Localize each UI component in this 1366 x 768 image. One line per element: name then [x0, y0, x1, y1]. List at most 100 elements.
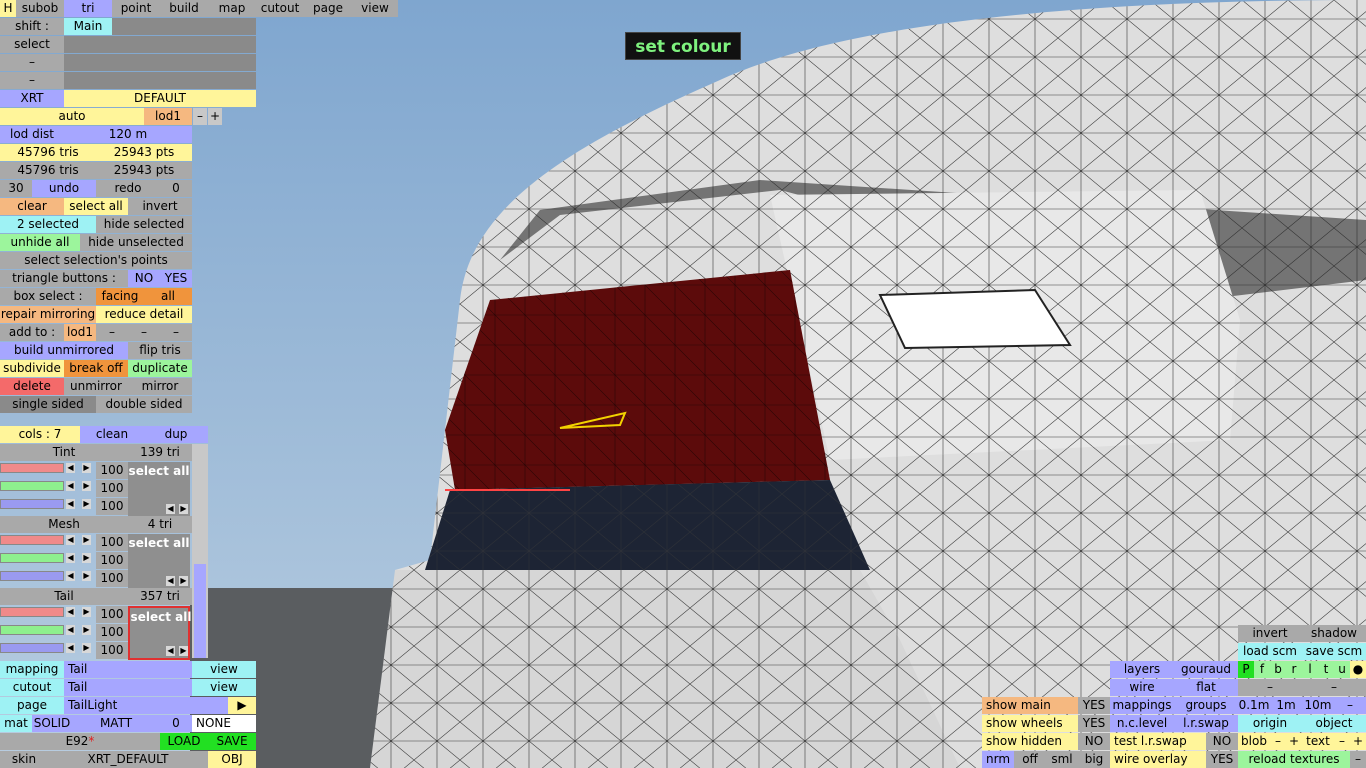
reduce-detail-button[interactable]: reduce detail	[96, 306, 192, 323]
page-value[interactable]: TailLight	[64, 697, 228, 714]
obj-button[interactable]: OBJ	[208, 751, 256, 768]
layer-l[interactable]: l	[1302, 661, 1318, 678]
material-prev-icon[interactable]: ◀	[166, 504, 175, 514]
invert-selection-button[interactable]: invert	[128, 198, 192, 215]
lod-dist-value[interactable]: 120 m	[64, 126, 192, 143]
green-decrease-icon[interactable]: ◀	[66, 553, 75, 563]
test-l-r-swap-toggle[interactable]: NO	[1206, 733, 1238, 750]
show-hidden-toggle[interactable]: NO	[1078, 733, 1110, 750]
tab-tri[interactable]: tri	[64, 0, 112, 17]
save-button[interactable]: SAVE	[208, 733, 256, 750]
dash-row-2-slot-4[interactable]	[208, 72, 256, 89]
grid-0-1m-button[interactable]: 0.1m	[1238, 697, 1270, 714]
groups-button[interactable]: groups	[1174, 697, 1238, 714]
cutout-value[interactable]: Tail	[64, 679, 192, 696]
file-name[interactable]: E92*	[0, 733, 160, 750]
off-button[interactable]: off	[1014, 751, 1046, 768]
mappings-button[interactable]: mappings	[1110, 697, 1174, 714]
sml-button[interactable]: sml	[1046, 751, 1078, 768]
red-increase-icon[interactable]: ▶	[82, 535, 91, 545]
blue-slider[interactable]	[0, 499, 64, 509]
undo-button[interactable]: undo	[32, 180, 96, 197]
red-increase-icon[interactable]: ▶	[82, 463, 91, 473]
page-next-icon[interactable]: ▶	[228, 697, 256, 714]
materials-scrollbar[interactable]	[192, 444, 208, 658]
triangle-buttons-no[interactable]: NO	[128, 270, 160, 287]
help-button[interactable]: H	[0, 0, 16, 17]
select-slot-3[interactable]	[160, 36, 208, 53]
dash-row-2-slot-2[interactable]	[112, 72, 160, 89]
view-dash-1[interactable]: –	[1238, 679, 1302, 696]
box-select-all[interactable]: all	[144, 288, 192, 305]
material-name[interactable]: Tail	[0, 588, 128, 605]
redo-button[interactable]: redo	[96, 180, 160, 197]
material-next-icon[interactable]: ▶	[179, 504, 188, 514]
duplicate-button[interactable]: duplicate	[128, 360, 192, 377]
l-r-swap-button[interactable]: l.r.swap	[1174, 715, 1238, 732]
shift-slot-4[interactable]	[208, 18, 256, 35]
green-decrease-icon[interactable]: ◀	[66, 625, 75, 635]
dash-row-1-slot-3[interactable]	[160, 54, 208, 71]
add-to-slot-1[interactable]: –	[96, 324, 128, 341]
select-slot-1[interactable]	[64, 36, 112, 53]
cols-dup-button[interactable]: dup	[144, 426, 208, 443]
double-sided-button[interactable]: double sided	[96, 396, 192, 413]
blue-decrease-icon[interactable]: ◀	[66, 571, 75, 581]
matt-button[interactable]: MATT	[72, 715, 160, 732]
unhide-all-button[interactable]: unhide all	[0, 234, 80, 251]
green-slider[interactable]	[0, 625, 64, 635]
mapping-value[interactable]: Tail	[64, 661, 192, 678]
green-increase-icon[interactable]: ▶	[82, 481, 91, 491]
skin-value[interactable]: XRT_DEFAULT	[48, 751, 208, 768]
green-increase-icon[interactable]: ▶	[82, 625, 91, 635]
cutout-view-button[interactable]: view	[192, 679, 256, 696]
xrt-default-value[interactable]: DEFAULT	[64, 90, 256, 107]
n-c-level-button[interactable]: n.c.level	[1110, 715, 1174, 732]
save-scm-button[interactable]: save scm	[1302, 643, 1366, 660]
lod-auto-button[interactable]: auto	[0, 108, 144, 125]
red-increase-icon[interactable]: ▶	[82, 607, 91, 617]
reload-textures-button[interactable]: reload textures	[1238, 751, 1350, 768]
show-wheels-toggle[interactable]: YES	[1078, 715, 1110, 732]
hide-unselected-button[interactable]: hide unselected	[80, 234, 192, 251]
nrm-button[interactable]: nrm	[982, 751, 1014, 768]
mat-value[interactable]: 0	[160, 715, 192, 732]
view-dash-2[interactable]: –	[1302, 679, 1366, 696]
invert-button[interactable]: invert	[1238, 625, 1302, 642]
green-increase-icon[interactable]: ▶	[82, 553, 91, 563]
text-minus-button[interactable]: –	[1334, 733, 1350, 750]
tab-page[interactable]: page	[304, 0, 352, 17]
layer-t[interactable]: t	[1318, 661, 1334, 678]
red-decrease-icon[interactable]: ◀	[66, 535, 75, 545]
select-slot-2[interactable]	[112, 36, 160, 53]
box-select-facing[interactable]: facing	[96, 288, 144, 305]
layer-p[interactable]: P	[1238, 661, 1254, 678]
origin-button[interactable]: origin	[1238, 715, 1302, 732]
hide-selected-button[interactable]: hide selected	[96, 216, 192, 233]
materials-scrollbar-thumb[interactable]	[194, 564, 206, 658]
tab-subob[interactable]: subob	[16, 0, 64, 17]
repair-mirroring-button[interactable]: repair mirroring	[0, 306, 96, 323]
layer-b[interactable]: b	[1270, 661, 1286, 678]
shift-slot-3[interactable]	[160, 18, 208, 35]
break-off-button[interactable]: break off	[64, 360, 128, 377]
material-name[interactable]: Tint	[0, 444, 128, 461]
mapping-view-button[interactable]: view	[192, 661, 256, 678]
tab-map[interactable]: map	[208, 0, 256, 17]
gouraud-button[interactable]: gouraud	[1174, 661, 1238, 678]
wire-overlay-toggle[interactable]: YES	[1206, 751, 1238, 768]
xrt-button[interactable]: XRT	[0, 90, 64, 107]
blue-slider[interactable]	[0, 571, 64, 581]
show-main-toggle[interactable]: YES	[1078, 697, 1110, 714]
object-button[interactable]: object	[1302, 715, 1366, 732]
grid-1m-button[interactable]: 1m	[1270, 697, 1302, 714]
cols-clean-button[interactable]: clean	[80, 426, 144, 443]
tab-build[interactable]: build	[160, 0, 208, 17]
blue-slider[interactable]	[0, 643, 64, 653]
red-slider[interactable]	[0, 607, 64, 617]
single-sided-button[interactable]: single sided	[0, 396, 96, 413]
red-decrease-icon[interactable]: ◀	[66, 607, 75, 617]
material-name[interactable]: Mesh	[0, 516, 128, 533]
material-prev-icon[interactable]: ◀	[166, 646, 175, 656]
big-button[interactable]: big	[1078, 751, 1110, 768]
